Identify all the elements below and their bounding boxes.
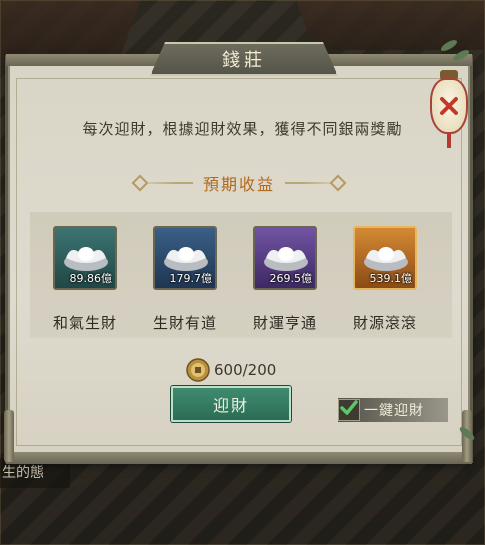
dialog-title: 錢莊: [222, 50, 266, 71]
diamond-ornament: [131, 174, 149, 192]
welcome-fortune-button[interactable]: 迎財: [171, 386, 291, 422]
reward-amount: 89.86億: [69, 272, 113, 285]
close-icon: [439, 96, 459, 116]
reward-name: 生財有道: [152, 314, 217, 332]
reward-amount: 539.1億: [369, 272, 413, 285]
reward-item[interactable]: 269.5億: [253, 226, 317, 290]
reward-item[interactable]: 89.86億: [53, 226, 117, 290]
panel-bottom-rail: [6, 452, 472, 464]
scroll-end-left: [4, 410, 14, 462]
checkmark-icon: [340, 399, 358, 421]
section-title: 預期收益: [192, 171, 285, 195]
section-header: 預期收益: [131, 170, 347, 196]
reward-item[interactable]: 179.7億: [153, 226, 217, 290]
reward-name: 財源滾滾: [352, 314, 417, 332]
dialog-title-tab: 錢莊: [150, 42, 338, 76]
reward-name: 財運亨通: [252, 314, 317, 332]
reward-item[interactable]: 539.1億: [353, 226, 417, 290]
cost-display: 600/200: [186, 358, 276, 382]
onekey-toggle[interactable]: 一鍵迎財: [338, 398, 448, 422]
diamond-ornament: [329, 174, 347, 192]
description-text: 每次迎財，根據迎財效果，獲得不同銀兩獎勵: [82, 120, 403, 138]
cost-value: 600/200: [214, 361, 277, 379]
reward-amount: 269.5億: [269, 272, 313, 285]
onekey-checkbox[interactable]: [338, 399, 360, 421]
onekey-label: 一鍵迎財: [364, 403, 424, 419]
coin-icon: [186, 358, 210, 382]
reward-name: 和氣生財: [52, 314, 117, 332]
reward-amount: 179.7億: [169, 272, 213, 285]
